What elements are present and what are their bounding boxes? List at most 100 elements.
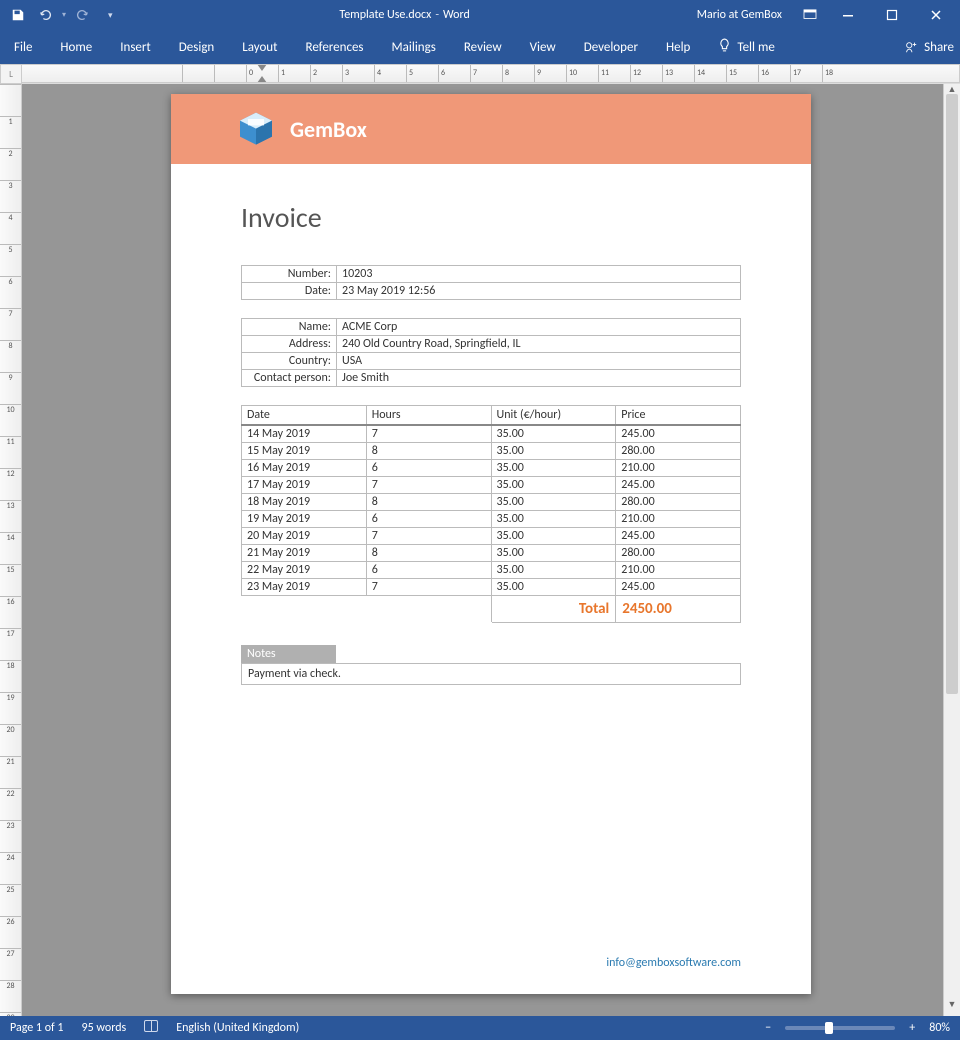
cell-unit: 35.00	[491, 528, 616, 545]
invoice-meta-table-2: Name:ACME Corp Address:240 Old Country R…	[241, 318, 741, 387]
table-header-row: Date Hours Unit (€/hour) Price	[242, 406, 741, 426]
table-row: Name:ACME Corp	[242, 319, 741, 336]
tab-references[interactable]: References	[292, 30, 378, 64]
cell-date: 17 May 2019	[242, 477, 367, 494]
undo-dropdown-icon[interactable]: ▾	[62, 10, 66, 20]
document-scroll-area[interactable]: GemBox Invoice Number:10203 Date:23 May …	[22, 84, 960, 1016]
tab-help[interactable]: Help	[652, 30, 704, 64]
page[interactable]: GemBox Invoice Number:10203 Date:23 May …	[171, 94, 811, 994]
cell-hours: 7	[366, 579, 491, 596]
tab-home[interactable]: Home	[46, 30, 106, 64]
meta-label: Number:	[242, 266, 337, 283]
cell-hours: 8	[366, 443, 491, 460]
tab-mailings[interactable]: Mailings	[378, 30, 450, 64]
table-row: 15 May 2019835.00280.00	[242, 443, 741, 460]
horizontal-ruler[interactable]: 0123456789101112131415161718	[22, 64, 960, 83]
footer-link[interactable]: info@gemboxsoftware.com	[606, 956, 741, 970]
table-row: 16 May 2019635.00210.00	[242, 460, 741, 477]
zoom-level[interactable]: 80%	[929, 1021, 950, 1035]
table-row: Country:USA	[242, 353, 741, 370]
save-button[interactable]	[6, 3, 30, 27]
table-row: Contact person:Joe Smith	[242, 370, 741, 387]
spellcheck-icon[interactable]	[144, 1020, 158, 1036]
zoom-in-button[interactable]: +	[905, 1021, 919, 1035]
scrollbar-thumb[interactable]	[946, 94, 958, 694]
cell-price: 210.00	[616, 511, 741, 528]
language-status[interactable]: English (United Kingdom)	[176, 1021, 299, 1035]
cell-date: 20 May 2019	[242, 528, 367, 545]
tab-design[interactable]: Design	[165, 30, 228, 64]
table-row: 22 May 2019635.00210.00	[242, 562, 741, 579]
cell-date: 18 May 2019	[242, 494, 367, 511]
title-bar: ▾ ▾ Template Use.docx - Word Mario at Ge…	[0, 0, 960, 30]
ribbon-display-options-button[interactable]	[796, 3, 824, 27]
tab-review[interactable]: Review	[450, 30, 516, 64]
meta-value: 240 Old Country Road, Springfield, IL	[337, 336, 741, 353]
cell-hours: 7	[366, 425, 491, 443]
brand-name: GemBox	[290, 116, 367, 143]
user-name[interactable]: Mario at GemBox	[697, 8, 782, 22]
meta-label: Contact person:	[242, 370, 337, 387]
meta-label: Name:	[242, 319, 337, 336]
zoom-slider[interactable]	[785, 1026, 895, 1030]
close-button[interactable]	[916, 0, 956, 30]
cell-unit: 35.00	[491, 579, 616, 596]
table-row: 23 May 2019735.00245.00	[242, 579, 741, 596]
table-row: 17 May 2019735.00245.00	[242, 477, 741, 494]
word-count[interactable]: 95 words	[82, 1021, 127, 1035]
zoom-out-button[interactable]: −	[761, 1021, 775, 1035]
redo-button[interactable]	[70, 3, 94, 27]
cell-price: 280.00	[616, 443, 741, 460]
bulb-icon	[718, 38, 731, 57]
total-row: Total 2450.00	[242, 596, 741, 623]
meta-label: Address:	[242, 336, 337, 353]
cell-unit: 35.00	[491, 511, 616, 528]
table-row: Address:240 Old Country Road, Springfiel…	[242, 336, 741, 353]
tab-insert[interactable]: Insert	[106, 30, 165, 64]
scroll-down-arrow-icon[interactable]: ▼	[944, 999, 960, 1016]
document-name: Template Use.docx	[339, 8, 431, 22]
meta-label: Country:	[242, 353, 337, 370]
meta-value: Joe Smith	[337, 370, 741, 387]
table-row: Date:23 May 2019 12:56	[242, 283, 741, 300]
meta-label: Date:	[242, 283, 337, 300]
vertical-ruler[interactable]: 1234567891011121314151617181920212223242…	[0, 84, 22, 1016]
cell-date: 23 May 2019	[242, 579, 367, 596]
cell-price: 280.00	[616, 494, 741, 511]
tab-layout[interactable]: Layout	[228, 30, 291, 64]
maximize-button[interactable]	[872, 0, 912, 30]
page-info[interactable]: Page 1 of 1	[10, 1021, 64, 1035]
col-unit: Unit (€/hour)	[491, 406, 616, 426]
undo-button[interactable]	[34, 3, 58, 27]
tell-me-search[interactable]: Tell me	[704, 30, 788, 64]
cell-unit: 35.00	[491, 425, 616, 443]
window-title: Template Use.docx - Word	[113, 8, 697, 22]
col-hours: Hours	[366, 406, 491, 426]
share-button[interactable]: Share	[904, 40, 954, 55]
quick-access-toolbar: ▾ ▾	[0, 3, 113, 27]
cell-price: 210.00	[616, 460, 741, 477]
cell-price: 245.00	[616, 528, 741, 545]
cell-hours: 6	[366, 460, 491, 477]
cell-price: 210.00	[616, 562, 741, 579]
cell-unit: 35.00	[491, 545, 616, 562]
tab-developer[interactable]: Developer	[570, 30, 652, 64]
meta-value: USA	[337, 353, 741, 370]
status-bar: Page 1 of 1 95 words English (United Kin…	[0, 1016, 960, 1040]
ribbon-tabs: File Home Insert Design Layout Reference…	[0, 30, 960, 64]
minimize-button[interactable]	[828, 0, 868, 30]
title-bar-right: Mario at GemBox	[697, 0, 960, 30]
col-date: Date	[242, 406, 367, 426]
cell-hours: 8	[366, 494, 491, 511]
document-body[interactable]: Invoice Number:10203 Date:23 May 2019 12…	[171, 164, 811, 705]
tab-file[interactable]: File	[0, 30, 46, 64]
cell-date: 14 May 2019	[242, 425, 367, 443]
vertical-scrollbar[interactable]: ▲ ▼	[943, 84, 960, 1016]
cell-unit: 35.00	[491, 494, 616, 511]
zoom-slider-thumb[interactable]	[825, 1022, 833, 1034]
tab-view[interactable]: View	[516, 30, 570, 64]
workspace: 1234567891011121314151617181920212223242…	[0, 84, 960, 1016]
tab-selector[interactable]: L	[0, 64, 22, 84]
total-label: Total	[491, 596, 616, 623]
cell-hours: 7	[366, 528, 491, 545]
